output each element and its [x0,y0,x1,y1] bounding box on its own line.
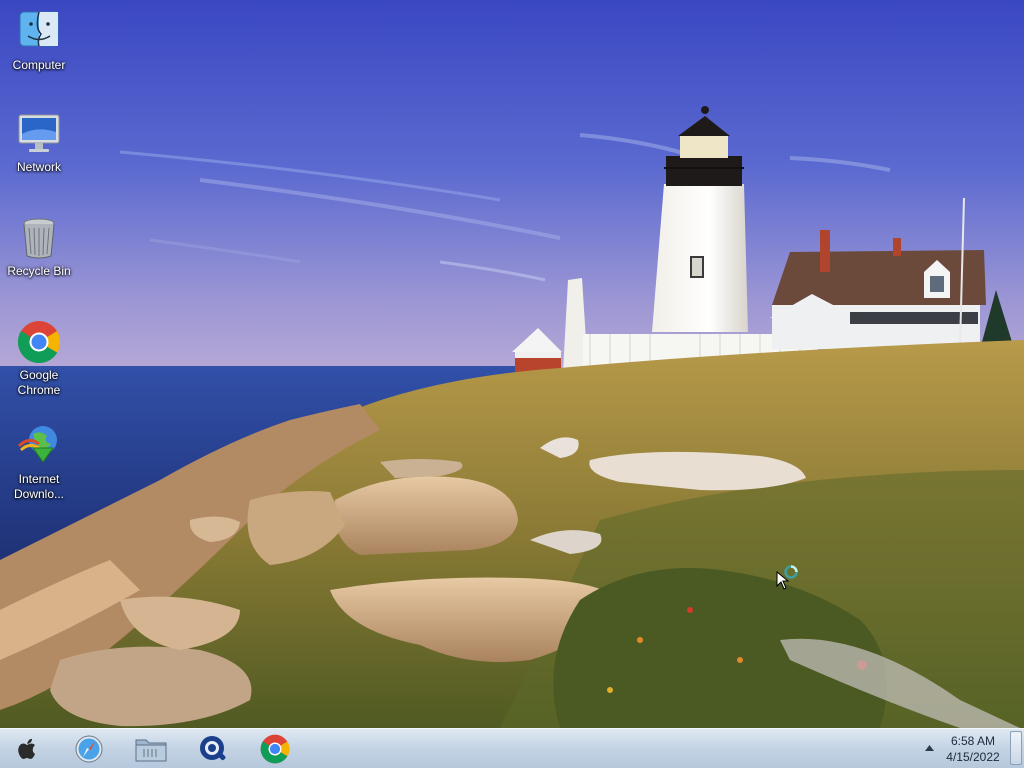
quicktime-icon [200,736,226,761]
desktop-icon-label: Network [16,160,61,174]
desktop-icon-network[interactable]: Network [0,112,78,175]
show-desktop-button[interactable] [1010,731,1022,765]
apple-logo-icon [18,738,35,759]
desktop-wallpaper [0,0,1024,728]
taskbar-chrome-button[interactable] [258,733,292,765]
trash-icon [23,218,55,259]
clock-time: 6:58 AM [950,734,996,748]
safari-icon [75,735,103,763]
taskbar-clock[interactable]: 6:58 AM 4/15/2022 [936,733,1010,765]
taskbar: 6:58 AM 4/15/2022 [0,728,1024,768]
chrome-icon [260,734,290,764]
taskbar-apple-menu-button[interactable] [10,733,44,765]
chevron-up-icon [924,745,934,751]
finder-icon [19,11,59,47]
busy-spinner-icon [784,565,798,579]
desktop-icon-label: Internet Downlo... [13,472,65,501]
desktop-icon-label: Google Chrome [17,368,61,397]
desktop-icon-recycle-bin[interactable]: Recycle Bin [0,216,78,279]
desktop-icon-google-chrome[interactable]: Google Chrome [0,320,78,398]
folder-icon [135,739,167,762]
taskbar-quicktime-button[interactable] [196,733,230,765]
desktop-icon-internet-download-manager[interactable]: Internet Downlo... [0,424,78,502]
taskbar-safari-button[interactable] [72,733,106,765]
chrome-icon [17,321,61,364]
desktop-icon-computer[interactable]: Computer [0,10,78,73]
desktop-icon-label: Computer [12,58,66,72]
desktop-icon-label: Recycle Bin [7,264,71,278]
clock-date: 4/15/2022 [946,750,1000,764]
internet-download-manager-icon [17,426,57,463]
taskbar-finder-folder-button[interactable] [134,733,168,765]
show-hidden-icons-button[interactable] [922,741,936,755]
monitor-icon [18,114,60,152]
